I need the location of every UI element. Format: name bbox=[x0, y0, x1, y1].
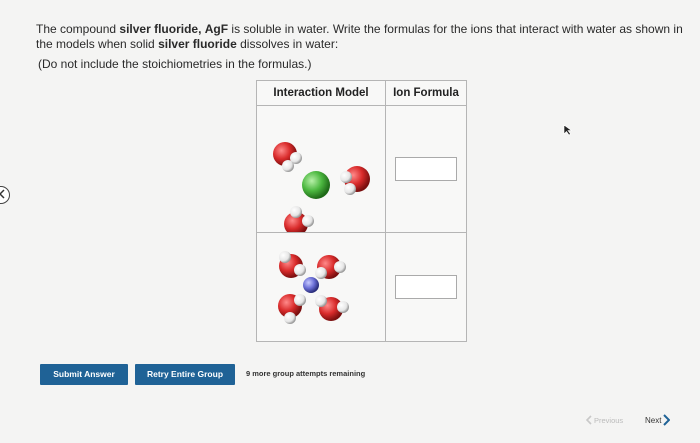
water-cation-model-image bbox=[273, 142, 370, 232]
mouse-cursor-icon bbox=[563, 124, 573, 136]
table-row bbox=[256, 105, 467, 233]
question-note: (Do not include the stoichiometries in t… bbox=[38, 57, 312, 71]
cation-formula-input[interactable] bbox=[395, 157, 457, 181]
interaction-table: Interaction Model Ion Formula bbox=[256, 80, 467, 342]
header-ion-formula: Ion Formula bbox=[385, 80, 467, 106]
anion-formula-cell bbox=[385, 232, 467, 342]
collapse-tab[interactable] bbox=[0, 186, 10, 204]
previous-button[interactable]: Previous bbox=[586, 415, 623, 425]
chevron-right-icon bbox=[663, 414, 671, 426]
attempts-remaining-text: 9 more group attempts remaining bbox=[246, 369, 366, 378]
question-part3: dissolves in water: bbox=[236, 37, 339, 51]
chevron-left-icon bbox=[0, 189, 5, 199]
next-label: Next bbox=[645, 415, 662, 425]
previous-label: Previous bbox=[594, 415, 624, 425]
anion-model-cell bbox=[256, 232, 386, 342]
next-button[interactable]: Next bbox=[645, 414, 671, 426]
chevron-left-icon bbox=[586, 415, 592, 425]
anion-formula-input[interactable] bbox=[395, 275, 457, 299]
retry-entire-group-button[interactable]: Retry Entire Group bbox=[135, 364, 235, 385]
compound-name-2: silver fluoride bbox=[158, 37, 237, 51]
compound-name-1: silver fluoride, bbox=[119, 22, 202, 36]
water-anion-model-image bbox=[278, 251, 349, 324]
cation-model-cell bbox=[256, 105, 386, 233]
table-row bbox=[256, 232, 467, 342]
submit-answer-button[interactable]: Submit Answer bbox=[40, 364, 128, 385]
question-part1: The compound bbox=[36, 22, 120, 36]
cation-formula-cell bbox=[385, 105, 467, 233]
compound-formula: AgF bbox=[204, 22, 229, 36]
header-interaction-model: Interaction Model bbox=[256, 80, 386, 106]
question-text: The compound silver fluoride, AgF is sol… bbox=[36, 22, 686, 52]
